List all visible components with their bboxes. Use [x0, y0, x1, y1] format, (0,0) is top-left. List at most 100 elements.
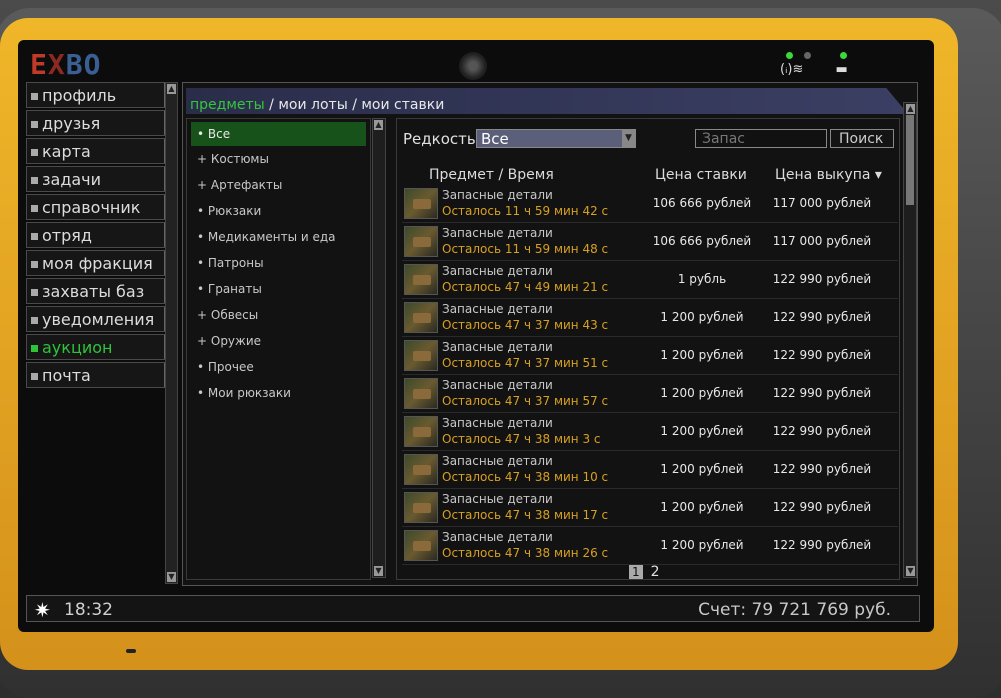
scroll-thumb[interactable] — [906, 115, 914, 205]
chevron-down-icon[interactable]: ▼ — [622, 130, 635, 147]
sidebar-item[interactable]: друзья — [26, 110, 166, 136]
led-green-2-icon — [840, 52, 847, 59]
sidebar-item-label: захваты баз — [42, 282, 145, 301]
item-thumbnail — [404, 302, 438, 333]
table-row[interactable]: Запасные детали Осталось 47 ч 38 мин 17 с… — [402, 489, 898, 527]
tab-items[interactable]: предметы — [190, 97, 265, 113]
tab-my-bids[interactable]: мои ставки — [361, 97, 444, 113]
buyout-price: 122 990 рублей — [772, 386, 872, 400]
time-left: Осталось 47 ч 49 мин 21 с — [442, 280, 609, 294]
rarity-select[interactable]: Все ▼ — [476, 129, 636, 148]
bid-price: 106 666 рублей — [652, 234, 752, 248]
bullet-icon — [31, 205, 38, 212]
scroll-up-icon[interactable]: ▲ — [906, 104, 915, 114]
lot-scrollbar[interactable]: ▲ ▼ — [903, 102, 917, 578]
sidebar-item-label: отряд — [42, 226, 92, 245]
sidebar-item[interactable]: уведомления — [26, 306, 166, 332]
sidebar-item[interactable]: захваты баз — [26, 278, 166, 304]
bullet-icon — [31, 289, 38, 296]
category-scrollbar[interactable]: ▲ ▼ — [372, 118, 386, 578]
item-thumbnail — [404, 492, 438, 523]
scroll-down-icon[interactable]: ▼ — [374, 566, 383, 576]
category-item[interactable]: • Медикаменты и еда — [187, 224, 370, 250]
bid-price: 1 200 рублей — [660, 462, 744, 476]
item-name: Запасные детали — [442, 378, 553, 392]
time-left: Осталось 47 ч 38 мин 26 с — [442, 546, 609, 560]
bullet-icon — [31, 177, 38, 184]
table-row[interactable]: Запасные детали Осталось 11 ч 59 мин 42 с… — [402, 185, 898, 223]
table-header: Предмет / Время Цена ставки Цена выкупа … — [400, 165, 900, 185]
buyout-price: 122 990 рублей — [772, 272, 872, 286]
table-row[interactable]: Запасные детали Осталось 47 ч 37 мин 43 с… — [402, 299, 898, 337]
exbo-logo: EXBO — [30, 48, 102, 81]
sidebar-scrollbar[interactable]: ▲ ▼ — [165, 82, 178, 584]
bullet-icon — [31, 317, 38, 324]
wifi-icon: (ᵢ)≋ — [780, 62, 804, 77]
bid-price: 1 рубль — [677, 272, 727, 286]
scroll-down-icon[interactable]: ▼ — [906, 566, 915, 576]
table-row[interactable]: Запасные детали Осталось 47 ч 38 мин 3 с 1… — [402, 413, 898, 451]
category-item[interactable]: • Мои рюкзаки — [187, 380, 370, 406]
buyout-price: 117 000 рублей — [772, 234, 872, 248]
sidebar-item-label: уведомления — [42, 310, 155, 329]
table-row[interactable]: Запасные детали Осталось 47 ч 37 мин 57 с… — [402, 375, 898, 413]
sidebar-menu: профиль друзья карта задачи справочник отряд м… — [26, 82, 166, 390]
sidebar-item-label: справочник — [42, 198, 141, 217]
table-row[interactable]: Запасные детали Осталось 47 ч 49 мин 21 с… — [402, 261, 898, 299]
page-2-button[interactable]: 2 — [651, 564, 660, 580]
tab-my-lots[interactable]: мои лоты — [278, 97, 347, 113]
buyout-price: 122 990 рублей — [772, 500, 872, 514]
sidebar-item[interactable]: задачи — [26, 166, 166, 192]
led-gray-icon — [804, 52, 811, 59]
item-name: Запасные детали — [442, 492, 553, 506]
status-bar: (ᵢ)≋ ▬ — [780, 62, 848, 77]
category-item[interactable]: • Рюкзаки — [187, 198, 370, 224]
buyout-price: 117 000 рублей — [772, 196, 872, 210]
time-left: Осталось 47 ч 37 мин 43 с — [442, 318, 609, 332]
sidebar-item[interactable]: карта — [26, 138, 166, 164]
sidebar-item[interactable]: аукцион — [26, 334, 166, 360]
item-thumbnail — [404, 454, 438, 485]
header-item-time[interactable]: Предмет / Время — [429, 167, 554, 183]
sidebar-item-label: профиль — [42, 86, 117, 105]
sidebar-item[interactable]: отряд — [26, 222, 166, 248]
table-row[interactable]: Запасные детали Осталось 47 ч 38 мин 26 с… — [402, 527, 898, 565]
buyout-price: 122 990 рублей — [772, 310, 872, 324]
category-item[interactable]: + Обвесы — [187, 302, 370, 328]
sidebar-item[interactable]: почта — [26, 362, 166, 388]
item-name: Запасные детали — [442, 340, 553, 354]
table-row[interactable]: Запасные детали Осталось 47 ч 37 мин 51 с… — [402, 337, 898, 375]
item-name: Запасные детали — [442, 188, 553, 202]
search-input[interactable]: Запас — [695, 129, 827, 148]
category-item[interactable]: • Патроны — [187, 250, 370, 276]
category-item[interactable]: • Гранаты — [187, 276, 370, 302]
buyout-price: 122 990 рублей — [772, 538, 872, 552]
sidebar-item-label: моя фракция — [42, 254, 153, 273]
sidebar-item[interactable]: моя фракция — [26, 250, 166, 276]
sidebar-item[interactable]: справочник — [26, 194, 166, 220]
bid-price: 1 200 рублей — [660, 310, 744, 324]
page-1-button[interactable]: 1 — [629, 565, 643, 579]
bullet-icon — [31, 373, 38, 380]
time-left: Осталось 11 ч 59 мин 48 с — [442, 242, 609, 256]
scroll-up-icon[interactable]: ▲ — [374, 120, 383, 130]
category-item[interactable]: • Все — [191, 122, 366, 146]
category-item[interactable]: + Артефакты — [187, 172, 370, 198]
category-item[interactable]: + Костюмы — [187, 146, 370, 172]
category-list: • Все + Костюмы + Артефакты • Рюкзаки • Меди… — [186, 118, 371, 580]
category-item[interactable]: • Прочее — [187, 354, 370, 380]
header-buyout[interactable]: Цена выкупа ▾ — [775, 167, 882, 183]
item-thumbnail — [404, 340, 438, 371]
scroll-up-icon[interactable]: ▲ — [167, 84, 176, 94]
search-button[interactable]: Поиск — [830, 129, 894, 148]
camera-icon — [459, 52, 487, 80]
sidebar-item-label: задачи — [42, 170, 102, 189]
scroll-down-icon[interactable]: ▼ — [167, 572, 176, 582]
bid-price: 106 666 рублей — [652, 196, 752, 210]
breadcrumb: предметы / мои лоты / мои ставки — [186, 88, 908, 114]
header-bid[interactable]: Цена ставки — [655, 167, 747, 183]
table-row[interactable]: Запасные детали Осталось 11 ч 59 мин 48 с… — [402, 223, 898, 261]
sidebar-item[interactable]: профиль — [26, 82, 166, 108]
category-item[interactable]: + Оружие — [187, 328, 370, 354]
table-row[interactable]: Запасные детали Осталось 47 ч 38 мин 10 с… — [402, 451, 898, 489]
